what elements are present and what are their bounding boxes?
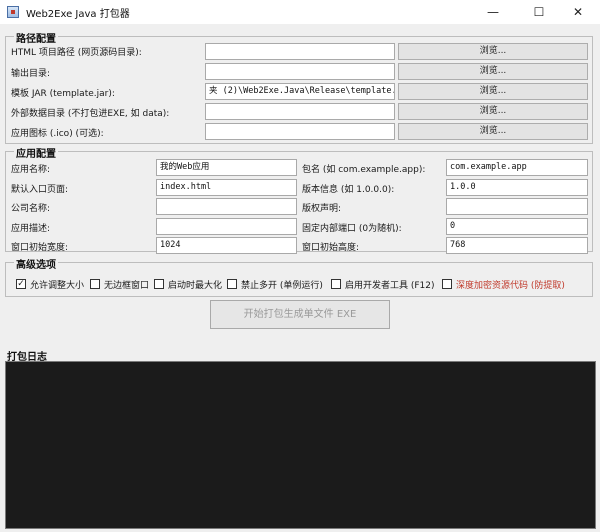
allow-resize-checkbox[interactable]: ✓ 允许调整大小 — [16, 278, 85, 291]
checkbox-box — [154, 279, 164, 289]
borderless-label: 无边框窗口 — [104, 280, 150, 291]
checkmark-icon: ✓ — [16, 279, 26, 289]
app-description-label: 应用描述: — [11, 224, 51, 234]
copyright-input[interactable] — [446, 198, 588, 215]
html-path-browse-button[interactable]: 浏览... — [398, 43, 588, 60]
company-name-label: 公司名称: — [11, 204, 51, 214]
external-data-label: 外部数据目录 (不打包进EXE, 如 data): — [11, 109, 170, 119]
template-jar-browse-button[interactable]: 浏览... — [398, 83, 588, 100]
template-jar-label: 模板 JAR (template.jar): — [11, 89, 115, 99]
app-name-label: 应用名称: — [11, 165, 51, 175]
company-name-input[interactable] — [156, 198, 297, 215]
package-name-label: 包名 (如 com.example.app): — [302, 165, 426, 175]
html-path-label: HTML 项目路径 (网页源码目录): — [11, 48, 142, 58]
entry-page-input[interactable]: index.html — [156, 179, 297, 196]
app-icon-browse-button[interactable]: 浏览... — [398, 123, 588, 140]
checkbox-box — [442, 279, 452, 289]
dev-tools-checkbox[interactable]: 启用开发者工具 (F12) — [331, 278, 435, 291]
dev-tools-label: 启用开发者工具 (F12) — [345, 280, 435, 291]
borderless-checkbox[interactable]: 无边框窗口 — [90, 278, 150, 291]
minimize-icon[interactable]: — — [470, 0, 516, 24]
window-title: Web2Exe Java 打包器 — [26, 9, 130, 20]
start-maximized-checkbox[interactable]: 启动时最大化 — [154, 278, 223, 291]
single-instance-label: 禁止多开 (单例运行) — [241, 280, 323, 291]
window-width-label: 窗口初始宽度: — [11, 243, 69, 253]
window-width-input[interactable]: 1024 — [156, 237, 297, 254]
fixed-port-label: 固定内部端口 (0为随机): — [302, 224, 402, 234]
checkbox-box — [90, 279, 100, 289]
version-input[interactable]: 1.0.0 — [446, 179, 588, 196]
fixed-port-input[interactable]: 0 — [446, 218, 588, 235]
single-instance-checkbox[interactable]: 禁止多开 (单例运行) — [227, 278, 323, 291]
entry-page-label: 默认入口页面: — [11, 185, 69, 195]
build-log-area[interactable] — [5, 361, 596, 529]
html-path-input[interactable] — [205, 43, 395, 60]
output-dir-browse-button[interactable]: 浏览... — [398, 63, 588, 80]
external-data-browse-button[interactable]: 浏览... — [398, 103, 588, 120]
package-name-input[interactable]: com.example.app — [446, 159, 588, 176]
copyright-label: 版权声明: — [302, 204, 342, 214]
deep-encrypt-checkbox[interactable]: 深度加密资源代码 (防提取) — [442, 278, 565, 291]
app-icon-input[interactable] — [205, 123, 395, 140]
allow-resize-label: 允许调整大小 — [30, 280, 85, 291]
output-dir-label: 输出目录: — [11, 69, 51, 79]
checkbox-box — [227, 279, 237, 289]
app-icon-label: 应用图标 (.ico) (可选): — [11, 129, 104, 139]
close-icon[interactable]: ✕ — [556, 0, 600, 24]
app-icon — [7, 6, 19, 18]
checkbox-box — [331, 279, 341, 289]
path-config-title: 路径配置 — [14, 30, 58, 45]
app-config-title: 应用配置 — [14, 145, 58, 160]
window-height-input[interactable]: 768 — [446, 237, 588, 254]
start-maximized-label: 启动时最大化 — [168, 280, 223, 291]
advanced-options-title: 高级选项 — [14, 256, 58, 271]
external-data-input[interactable] — [205, 103, 395, 120]
app-description-input[interactable] — [156, 218, 297, 235]
version-label: 版本信息 (如 1.0.0.0): — [302, 185, 395, 195]
deep-encrypt-label: 深度加密资源代码 (防提取) — [456, 280, 565, 291]
build-exe-button[interactable]: 开始打包生成单文件 EXE — [210, 300, 390, 329]
title-bar: Web2Exe Java 打包器 — ☐ ✕ — [0, 0, 600, 24]
app-name-input[interactable]: 我的Web应用 — [156, 159, 297, 176]
template-jar-input[interactable]: 夹 (2)\Web2Exe.Java\Release\template.jar — [205, 83, 395, 100]
window-height-label: 窗口初始高度: — [302, 243, 360, 253]
output-dir-input[interactable] — [205, 63, 395, 80]
